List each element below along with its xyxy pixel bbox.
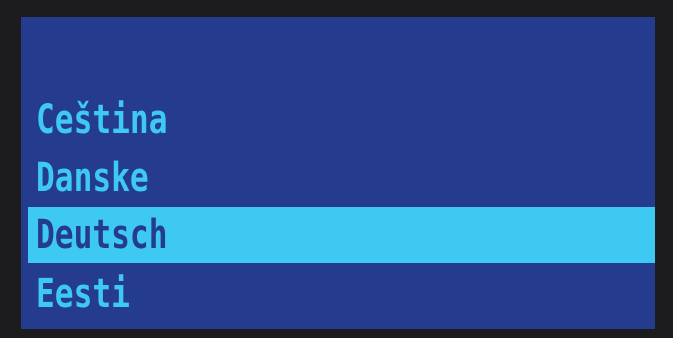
device-bezel: Ceština Danske Deutsch Eesti xyxy=(0,0,673,338)
language-option-cestina[interactable]: Ceština xyxy=(21,91,655,149)
language-option-danske[interactable]: Danske xyxy=(21,149,655,207)
language-option-deutsch[interactable]: Deutsch xyxy=(28,207,655,263)
language-option-eesti[interactable]: Eesti xyxy=(21,265,655,323)
language-option-label: Deutsch xyxy=(36,212,168,258)
language-menu: Ceština Danske Deutsch Eesti xyxy=(21,91,655,323)
language-option-label: Ceština xyxy=(36,97,168,143)
language-option-label: Danske xyxy=(36,155,149,201)
language-option-label: Eesti xyxy=(36,271,130,317)
display-screen: Ceština Danske Deutsch Eesti xyxy=(21,17,655,329)
